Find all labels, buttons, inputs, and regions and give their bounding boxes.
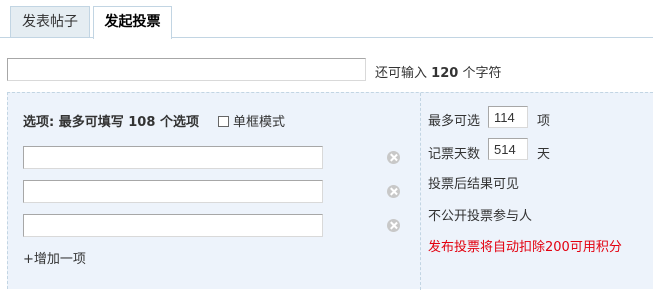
options-header-prefix: 选项: 最多可填写: [23, 115, 124, 130]
add-option-link[interactable]: +增加一项: [23, 248, 86, 267]
delete-option-icon[interactable]: [387, 185, 400, 198]
tab-start-poll[interactable]: 发起投票: [93, 6, 172, 39]
tab-post-thread[interactable]: 发表帖子: [10, 6, 90, 37]
max-choice-label: 最多可选: [428, 114, 481, 129]
subject-input[interactable]: [7, 58, 366, 81]
max-choice-unit: 项: [537, 114, 551, 129]
max-options-count: 108: [128, 115, 156, 130]
single-mode-toggle[interactable]: 单框模式: [218, 111, 285, 130]
option-input-2[interactable]: [23, 180, 323, 203]
option-input-3[interactable]: [23, 214, 323, 237]
panel-divider: [420, 93, 421, 290]
single-mode-label: 单框模式: [233, 115, 286, 130]
options-header-suffix: 个选项: [159, 115, 199, 130]
vote-days-label: 记票天数: [428, 147, 481, 162]
post-type-tabs: 发表帖子 发起投票: [0, 0, 653, 39]
max-choice-input[interactable]: [488, 106, 528, 128]
delete-option-icon[interactable]: [387, 219, 400, 232]
hide-voters-option[interactable]: 不公开投票参与人: [428, 205, 532, 224]
cost-notice: 发布投票将自动扣除200可用积分: [428, 240, 622, 255]
char-hint-prefix: 还可输入: [375, 66, 428, 81]
subject-row: 还可输入 120 个字符: [7, 58, 647, 84]
option-input-1[interactable]: [23, 146, 323, 169]
options-header: 选项: 最多可填写 108 个选项: [23, 111, 199, 130]
char-count-hint: 还可输入 120 个字符: [375, 62, 501, 81]
vote-days-input[interactable]: [488, 138, 528, 160]
remaining-chars: 120: [431, 66, 459, 81]
delete-option-icon[interactable]: [387, 151, 400, 164]
poll-panel: 选项: 最多可填写 108 个选项 单框模式 +增加一项 最多可选 项 记票天数…: [7, 92, 653, 290]
visible-after-vote-option[interactable]: 投票后结果可见: [428, 173, 519, 192]
single-mode-checkbox[interactable]: [218, 116, 229, 127]
char-hint-suffix: 个字符: [462, 66, 502, 81]
vote-days-unit: 天: [537, 147, 551, 162]
